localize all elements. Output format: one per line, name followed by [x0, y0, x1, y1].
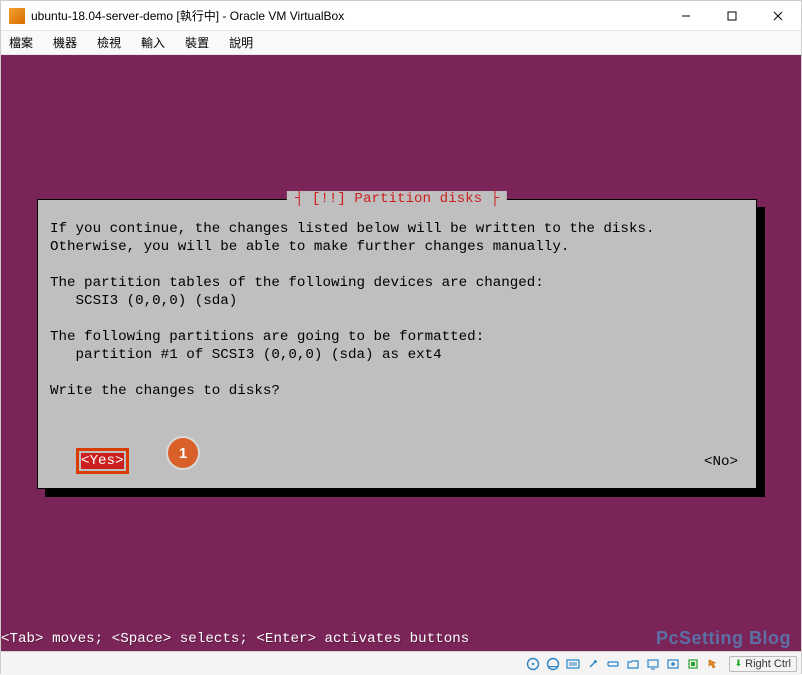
menu-item-help[interactable]: 說明 — [229, 34, 253, 51]
dialog-title: ┤ [!!] Partition disks ├ — [287, 191, 507, 207]
network-icon[interactable] — [585, 656, 601, 672]
window-titlebar: ubuntu-18.04-server-demo [執行中] - Oracle … — [1, 1, 801, 31]
vm-display[interactable]: ┤ [!!] Partition disks ├ If you continue… — [1, 55, 801, 651]
minimize-button[interactable] — [663, 1, 709, 31]
partition-dialog: ┤ [!!] Partition disks ├ If you continue… — [37, 199, 757, 489]
menu-item-input[interactable]: 輸入 — [141, 34, 165, 51]
yes-button[interactable]: <Yes> — [81, 453, 124, 469]
yes-highlight-box: <Yes> — [76, 448, 129, 474]
no-button[interactable]: <No> — [704, 454, 738, 470]
host-key-label: Right Ctrl — [745, 658, 791, 670]
audio-icon[interactable] — [565, 656, 581, 672]
menubar: 檔案 機器 檢視 輸入 裝置 說明 — [1, 31, 801, 55]
nav-hint: <Tab> moves; <Space> selects; <Enter> ac… — [1, 631, 469, 647]
menu-item-machine[interactable]: 機器 — [53, 34, 77, 51]
window-title: ubuntu-18.04-server-demo [執行中] - Oracle … — [31, 7, 344, 24]
host-key-arrow-icon: ⬇ — [735, 658, 743, 669]
close-button[interactable] — [755, 1, 801, 31]
menu-item-view[interactable]: 檢視 — [97, 34, 121, 51]
virtualbox-icon — [9, 8, 25, 24]
dialog-footer: <Yes> 1 <No> — [38, 452, 756, 474]
maximize-button[interactable] — [709, 1, 755, 31]
statusbar: ⬇ Right Ctrl — [1, 651, 801, 675]
menu-item-file[interactable]: 檔案 — [9, 34, 33, 51]
annotation-badge-1: 1 — [168, 438, 198, 468]
dialog-body: If you continue, the changes listed belo… — [50, 220, 744, 400]
optical-icon[interactable] — [545, 656, 561, 672]
hdd-icon[interactable] — [525, 656, 541, 672]
host-key-indicator[interactable]: ⬇ Right Ctrl — [729, 656, 797, 672]
display-icon[interactable] — [645, 656, 661, 672]
recording-icon[interactable] — [665, 656, 681, 672]
cpu-icon[interactable] — [685, 656, 701, 672]
watermark-text: PcSetting Blog — [656, 628, 791, 649]
shared-folder-icon[interactable] — [625, 656, 641, 672]
usb-icon[interactable] — [605, 656, 621, 672]
mouse-integration-icon[interactable] — [705, 656, 721, 672]
menu-item-devices[interactable]: 裝置 — [185, 34, 209, 51]
